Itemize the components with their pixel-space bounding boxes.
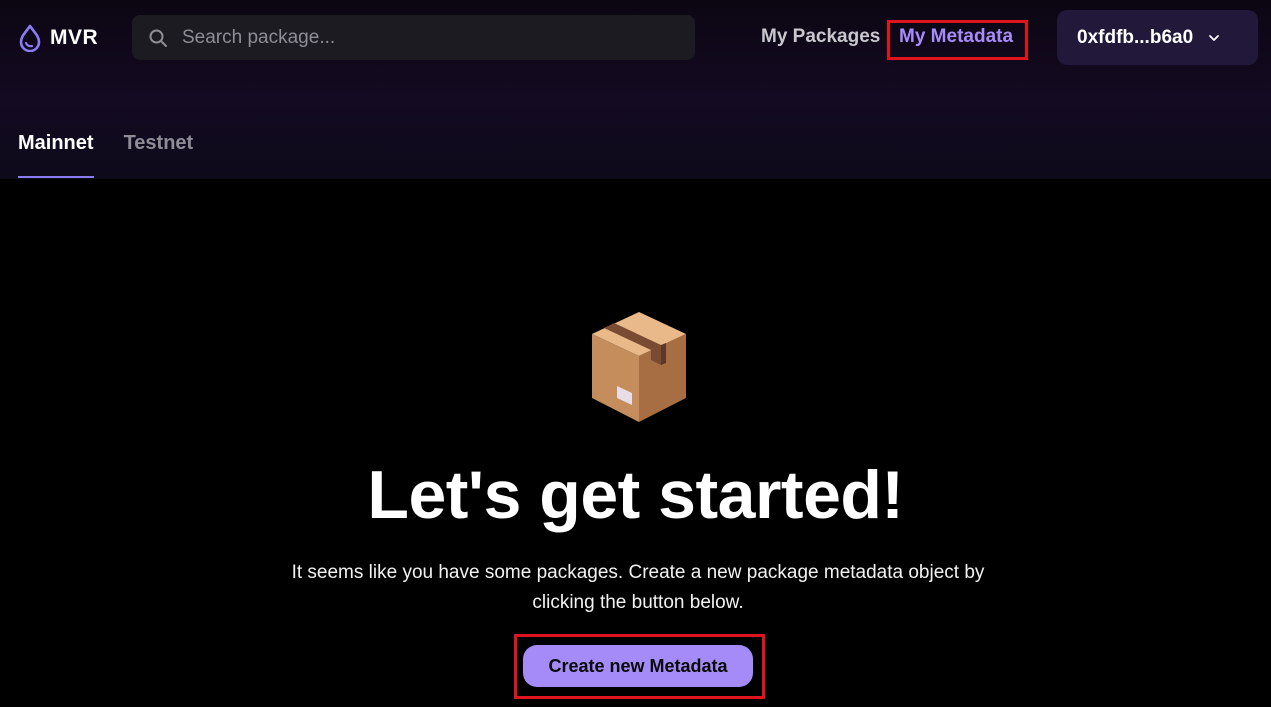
empty-state-title: Let's get started!: [367, 457, 904, 533]
wallet-address: 0xfdfb...b6a0: [1077, 26, 1194, 48]
nav-my-packages[interactable]: My Packages: [761, 26, 880, 48]
droplet-icon: [19, 24, 41, 52]
create-metadata-button[interactable]: Create new Metadata: [523, 645, 753, 687]
empty-state-description: It seems like you have some packages. Cr…: [291, 562, 985, 613]
brand-name: MVR: [50, 26, 99, 49]
search-bar[interactable]: [132, 15, 695, 60]
wallet-button[interactable]: 0xfdfb...b6a0: [1057, 10, 1258, 65]
search-input[interactable]: [180, 25, 695, 50]
brand-logo[interactable]: MVR: [18, 23, 98, 53]
search-icon: [149, 29, 167, 47]
nav-my-metadata[interactable]: My Metadata: [899, 26, 1013, 48]
tab-mainnet[interactable]: Mainnet: [18, 132, 94, 178]
top-header: MVR My Packages My Metadata 0xfdfb...b6a…: [0, 0, 1271, 179]
tab-testnet[interactable]: Testnet: [124, 132, 194, 178]
package-box-icon: [592, 312, 686, 422]
network-tabs: Mainnet Testnet: [18, 132, 223, 178]
chevron-down-icon: [1209, 34, 1220, 41]
